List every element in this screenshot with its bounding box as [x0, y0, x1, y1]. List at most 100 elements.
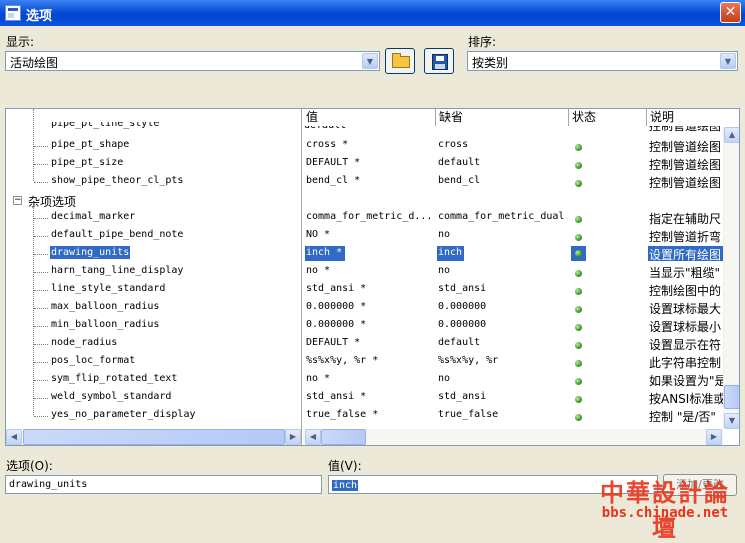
watermark: 中華設計論壇 bbs.chinade.net [590, 473, 740, 542]
sort-select[interactable]: 按类别 ▼ [467, 51, 738, 71]
column-header-status[interactable]: 状态 [568, 109, 646, 126]
scroll-thumb[interactable] [321, 429, 366, 445]
open-folder-icon [392, 53, 410, 68]
window-title: 选项 [26, 9, 53, 24]
scroll-thumb[interactable] [724, 385, 739, 409]
save-button[interactable] [424, 48, 454, 74]
desc-cell: 控制管道折弯 [649, 230, 722, 244]
watermark-url: bbs.chinade.net [601, 505, 729, 521]
tree-item[interactable]: show_pipe_theor_cl_pts [51, 175, 183, 186]
scroll-left-icon[interactable]: ◀ [305, 429, 321, 445]
scroll-right-icon[interactable]: ▶ [706, 429, 722, 445]
status-icon [575, 378, 582, 385]
tree-item[interactable]: harn_tang_line_display [51, 265, 183, 276]
desc-cell: 设置球标最大 [649, 302, 722, 316]
tree-horizontal-scrollbar[interactable]: ◀ ▶ [6, 429, 301, 445]
sort-select-value: 按类别 [472, 56, 509, 70]
desc-cell: 如果设置为"是 [649, 374, 727, 388]
default-cell: default [438, 337, 481, 348]
chevron-down-icon[interactable]: ▼ [362, 53, 378, 69]
tree-group-misc[interactable]: 杂项选项 [28, 193, 76, 210]
status-icon [575, 144, 582, 151]
tree-item[interactable]: decimal_marker [51, 211, 135, 222]
options-grid: 值 缺省 状态 说明 default 控制管道绘图 cross * cross … [303, 109, 739, 445]
close-icon: ✕ [724, 4, 737, 20]
vertical-scrollbar[interactable]: ▲ ▼ [723, 127, 739, 429]
value-cell: %s%x%y, %r * [306, 355, 379, 366]
default-cell: %s%x%y, %r [438, 355, 499, 366]
status-icon [575, 234, 582, 241]
scroll-right-icon[interactable]: ▶ [285, 429, 301, 445]
default-cell: 0.000000 [438, 319, 487, 330]
status-icon [575, 162, 582, 169]
save-icon [432, 54, 448, 70]
tree-item[interactable]: min_balloon_radius [51, 319, 159, 330]
display-select-value: 活动绘图 [10, 56, 59, 70]
default-cell: no [438, 373, 451, 384]
tree-item[interactable]: yes_no_parameter_display [51, 409, 196, 420]
default-cell: default [438, 157, 481, 168]
tree-item[interactable]: weld_symbol_standard [51, 391, 171, 402]
value-cell: NO * [306, 229, 331, 240]
desc-cell: 按ANSI标准或 [649, 392, 726, 406]
tree-item[interactable]: line_style_standard [51, 283, 165, 294]
tree-item[interactable]: pipe_pt_shape [51, 139, 129, 150]
value-cell: no * [306, 373, 331, 384]
column-header-default[interactable]: 缺省 [435, 109, 568, 126]
status-icon [575, 288, 582, 295]
tree-item[interactable]: pipe_pt_line_style [51, 122, 159, 132]
display-select[interactable]: 活动绘图 ▼ [5, 51, 380, 71]
tree-item[interactable]: default_pipe_bend_note [51, 229, 183, 240]
option-label: 选项(O): [6, 459, 53, 473]
status-icon [575, 180, 582, 187]
title-bar: 选项 ✕ [0, 0, 745, 26]
default-cell: comma_for_metric_dual [438, 211, 565, 222]
value-cell-selected: inch * [306, 247, 343, 258]
tree-item[interactable]: pipe_pt_size [51, 157, 123, 168]
chevron-down-icon[interactable]: ▼ [720, 53, 736, 69]
column-header-desc[interactable]: 说明 [646, 109, 739, 126]
column-header-value[interactable]: 值 [303, 109, 435, 126]
default-cell: 0.000000 [438, 301, 487, 312]
value-cell: default [304, 126, 346, 132]
value-cell: std_ansi * [306, 283, 367, 294]
value-cell: comma_for_metric_d... [306, 211, 433, 222]
tree-item[interactable]: pos_loc_format [51, 355, 135, 366]
column-headers: 值 缺省 状态 说明 [303, 109, 739, 126]
default-cell: no [438, 229, 451, 240]
status-icon [575, 360, 582, 367]
tree-item[interactable]: max_balloon_radius [51, 301, 159, 312]
collapse-icon[interactable]: − [13, 196, 22, 205]
value-cell: no * [306, 265, 331, 276]
close-button[interactable]: ✕ [720, 2, 741, 23]
value-cell: std_ansi * [306, 391, 367, 402]
default-cell: true_false [438, 409, 499, 420]
scroll-left-icon[interactable]: ◀ [6, 429, 22, 445]
tree-item[interactable]: sym_flip_rotated_text [51, 373, 177, 384]
default-cell: no [438, 265, 451, 276]
scroll-up-icon[interactable]: ▲ [724, 127, 739, 143]
value-cell: cross * [306, 139, 349, 150]
desc-cell: 此字符串控制 [649, 356, 722, 370]
tree-item[interactable]: node_radius [51, 337, 117, 348]
scroll-down-icon[interactable]: ▼ [724, 413, 739, 429]
desc-cell: 控制 "是/否" [649, 410, 716, 424]
status-icon [575, 250, 582, 257]
default-cell: std_ansi [438, 391, 487, 402]
grid-horizontal-scrollbar[interactable]: ◀ ▶ [303, 429, 723, 445]
status-icon [575, 324, 582, 331]
status-icon [575, 306, 582, 313]
desc-cell: 控制管道绘图 [649, 140, 722, 154]
option-input[interactable]: drawing_units [5, 475, 322, 494]
desc-cell: 设置显示在符 [649, 338, 722, 352]
status-icon [575, 216, 582, 223]
scroll-thumb[interactable] [23, 429, 285, 445]
default-cell: bend_cl [438, 175, 481, 186]
display-label: 显示: [6, 35, 35, 49]
tree-item-selected[interactable]: drawing_units [50, 246, 131, 259]
options-tree: pipe_pt_line_style pipe_pt_shape pipe_pt… [6, 109, 302, 445]
open-button[interactable] [385, 48, 415, 74]
desc-cell: 控制管道绘图 [649, 126, 721, 132]
default-cell-selected: inch [438, 247, 463, 258]
desc-cell: 控制管道绘图 [649, 176, 722, 190]
